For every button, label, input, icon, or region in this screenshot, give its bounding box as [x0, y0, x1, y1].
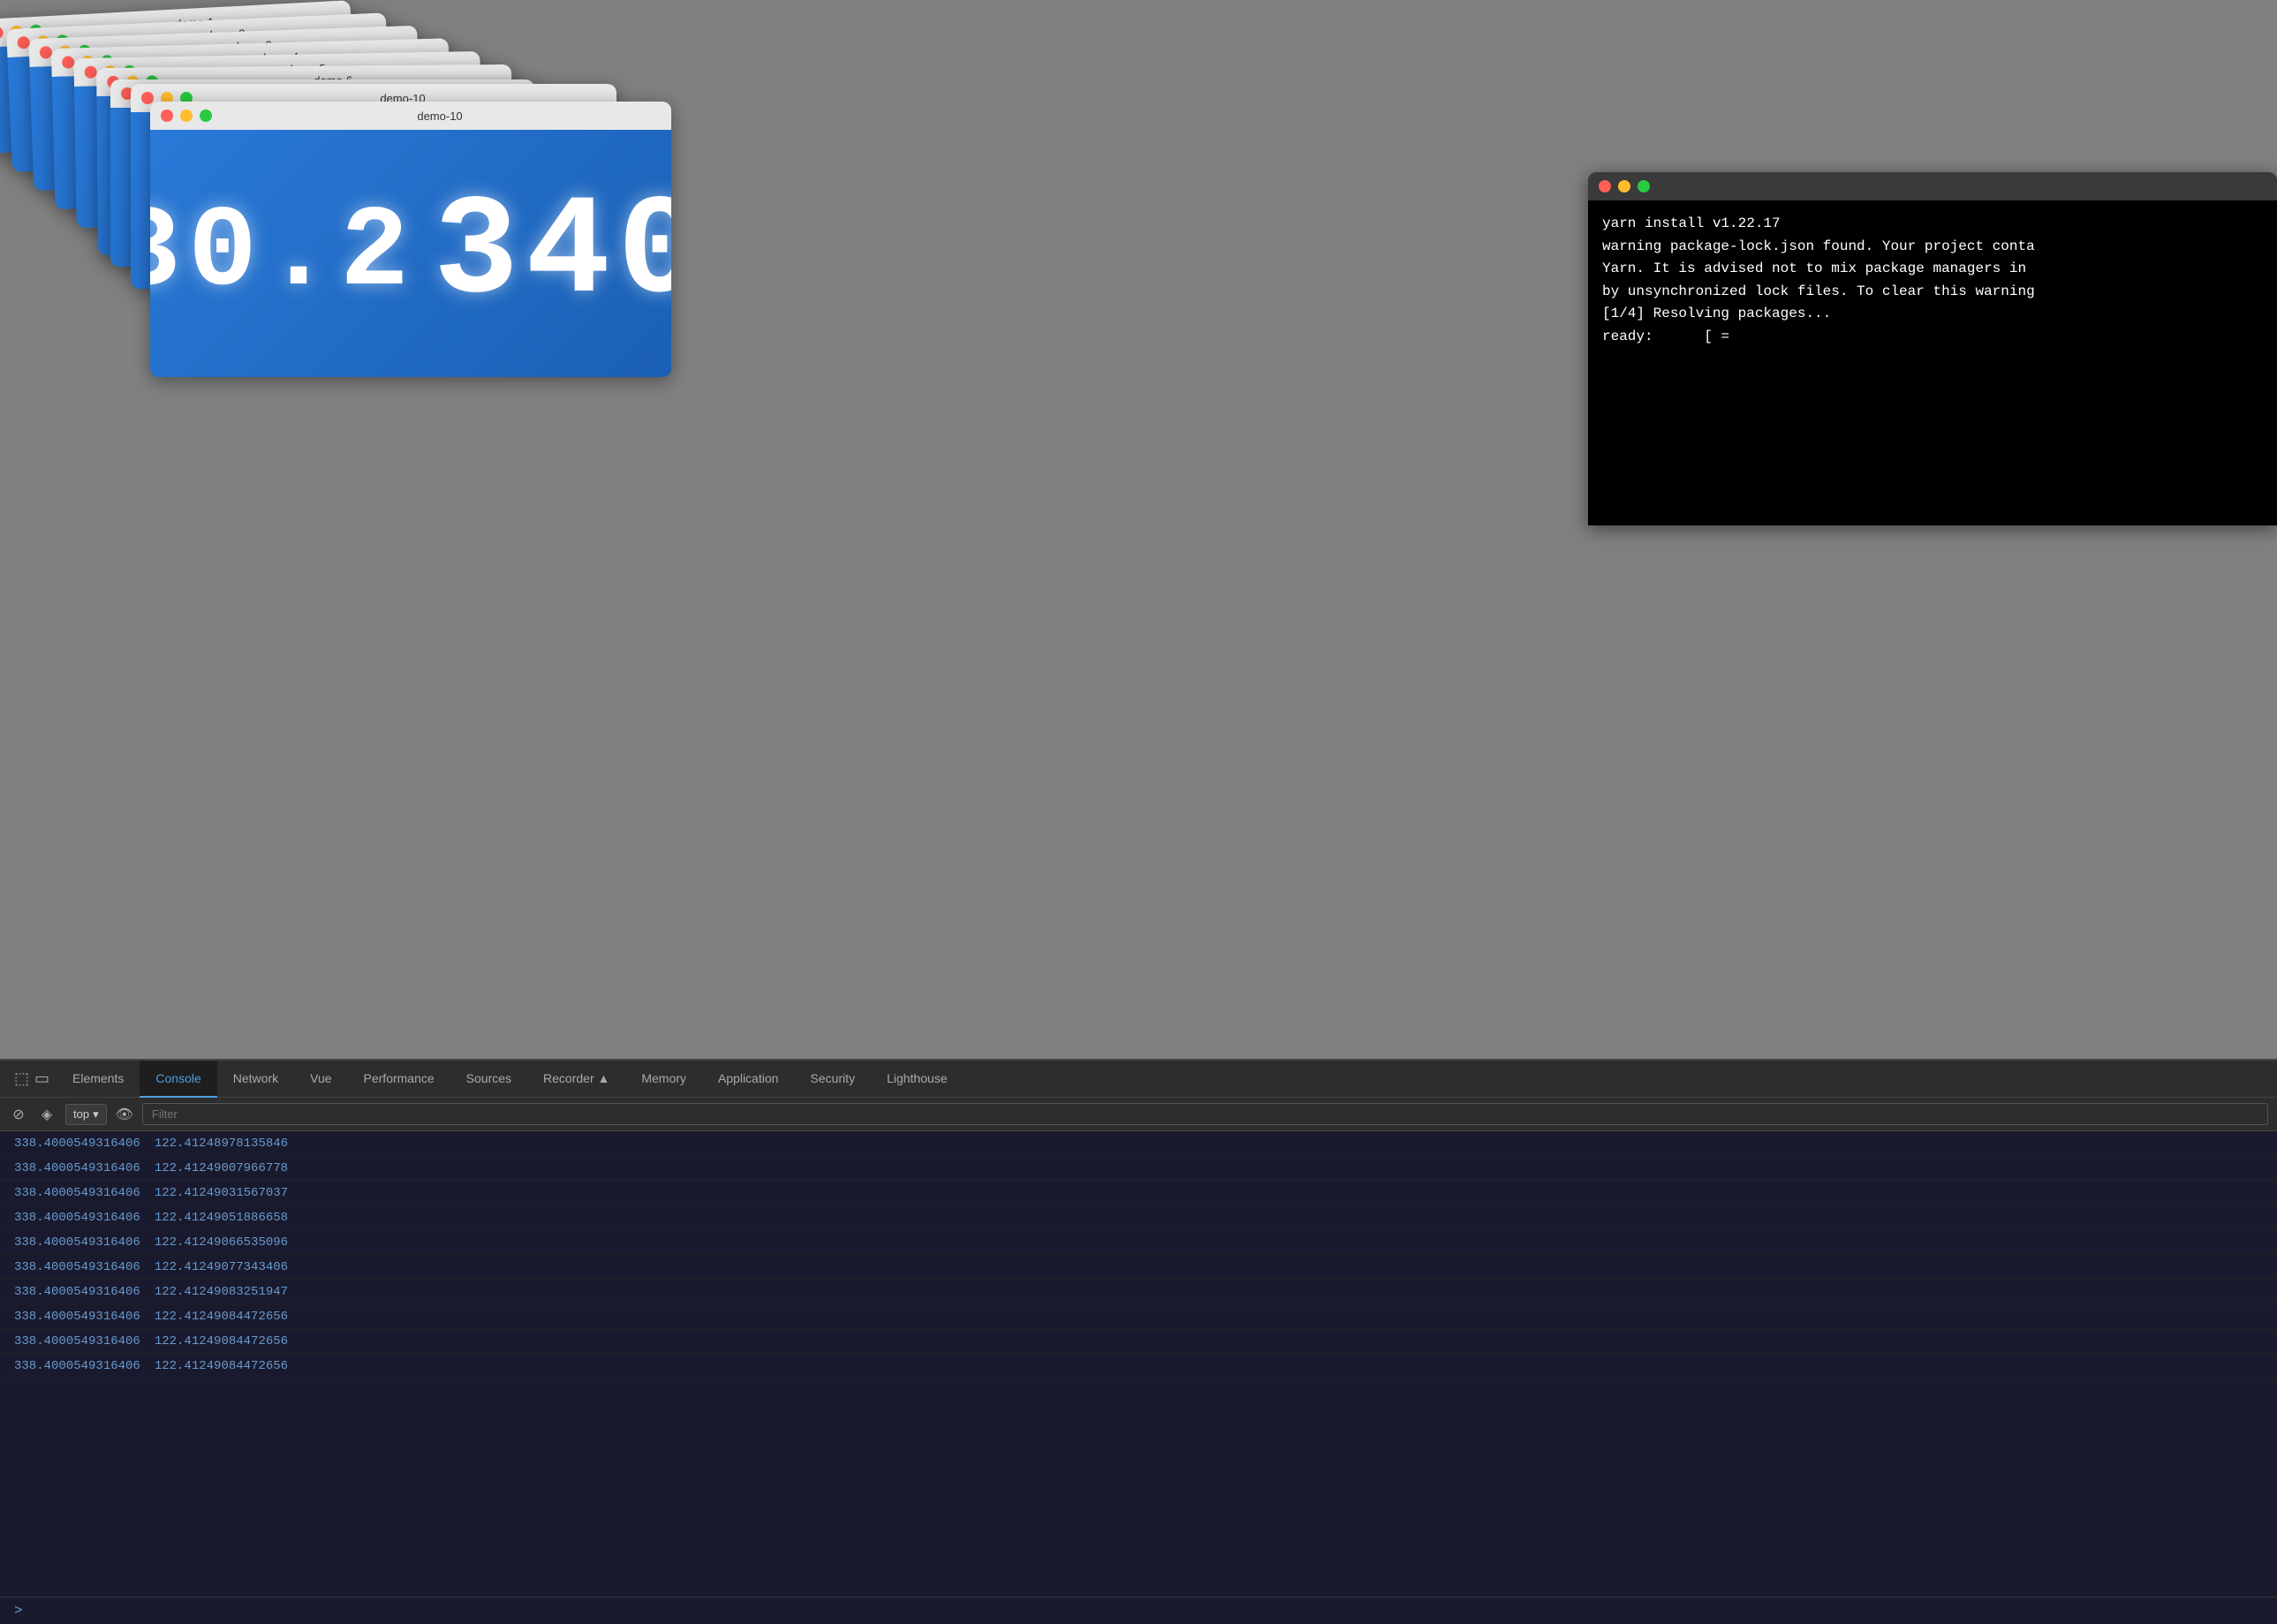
console-col1-3: 338.4000549316406: [14, 1211, 140, 1225]
terminal-line-1: yarn install v1.22.17: [1602, 213, 2263, 236]
console-col1-6: 338.4000549316406: [14, 1285, 140, 1299]
console-col2-0: 122.41248978135846: [155, 1137, 288, 1151]
digit-display-left: 30.2: [150, 189, 416, 319]
terminal-maximize-button[interactable]: [1638, 180, 1650, 193]
devtools-panel: ⬚ ▭ Elements Console Network Vue Perform…: [0, 1059, 2277, 1624]
tab-security[interactable]: Security: [794, 1061, 871, 1098]
minimize-button-front[interactable]: [180, 110, 193, 122]
console-col1-9: 338.4000549316406: [14, 1359, 140, 1373]
terminal-titlebar: [1588, 172, 2277, 200]
console-row-8: 338.4000549316406 122.41249084472656: [0, 1329, 2277, 1354]
console-row-9: 338.4000549316406 122.41249084472656: [0, 1354, 2277, 1379]
close-button-4[interactable]: [62, 56, 74, 68]
console-row-0: 338.4000549316406 122.41248978135846: [0, 1131, 2277, 1156]
close-button-front[interactable]: [161, 110, 173, 122]
tab-elements[interactable]: Elements: [57, 1061, 140, 1098]
console-col2-4: 122.41249066535096: [155, 1235, 288, 1250]
console-col2-7: 122.41249084472656: [155, 1310, 288, 1324]
close-button-5[interactable]: [85, 66, 97, 79]
dropdown-arrow-icon: ▾: [93, 1107, 99, 1122]
console-col2-9: 122.41249084472656: [155, 1359, 288, 1373]
terminal-line-3: Yarn. It is advised not to mix package m…: [1602, 258, 2263, 281]
console-col2-5: 122.41249077343406: [155, 1260, 288, 1274]
eye-icon[interactable]: 👁: [116, 1106, 133, 1123]
device-icon[interactable]: ▭: [34, 1069, 49, 1088]
tab-vue[interactable]: Vue: [294, 1061, 347, 1098]
tab-lighthouse[interactable]: Lighthouse: [871, 1061, 964, 1098]
close-button-8[interactable]: [141, 92, 154, 104]
console-row-5: 338.4000549316406 122.41249077343406: [0, 1255, 2277, 1280]
console-col1-1: 338.4000549316406: [14, 1161, 140, 1175]
console-row-4: 338.4000549316406 122.41249066535096: [0, 1230, 2277, 1255]
console-output: 338.4000549316406 122.41248978135846 338…: [0, 1131, 2277, 1597]
clear-console-icon[interactable]: ⊘: [9, 1105, 28, 1124]
console-col2-6: 122.41249083251947: [155, 1285, 288, 1299]
close-button-1[interactable]: [0, 26, 4, 40]
devtools-tab-bar: ⬚ ▭ Elements Console Network Vue Perform…: [0, 1061, 2277, 1098]
devtools-left-icons: ⬚ ▭: [7, 1069, 57, 1088]
tab-console[interactable]: Console: [140, 1061, 216, 1098]
cursor-icon[interactable]: ⬚: [14, 1069, 29, 1088]
console-col1-7: 338.4000549316406: [14, 1310, 140, 1324]
console-row-1: 338.4000549316406 122.41249007966778: [0, 1156, 2277, 1181]
console-col1-0: 338.4000549316406: [14, 1137, 140, 1151]
console-filter-input[interactable]: [142, 1103, 2268, 1125]
console-row-6: 338.4000549316406 122.41249083251947: [0, 1280, 2277, 1304]
console-col1-5: 338.4000549316406: [14, 1260, 140, 1274]
terminal-line-2: warning package-lock.json found. Your pr…: [1602, 236, 2263, 259]
tab-recorder[interactable]: Recorder ▲: [527, 1061, 625, 1098]
console-row-3: 338.4000549316406 122.41249051886658: [0, 1205, 2277, 1230]
console-input[interactable]: [30, 1604, 2263, 1618]
close-button-3[interactable]: [40, 46, 52, 58]
browser-window-front[interactable]: demo-10 30.2 340: [150, 102, 671, 377]
console-col2-2: 122.41249031567037: [155, 1186, 288, 1200]
devtools-toolbar: ⊘ ◈ top ▾ 👁: [0, 1098, 2277, 1131]
terminal-window: yarn install v1.22.17 warning package-lo…: [1588, 172, 2277, 525]
maximize-button-front[interactable]: [200, 110, 212, 122]
digit-display-right: 340: [434, 174, 671, 334]
console-col1-4: 338.4000549316406: [14, 1235, 140, 1250]
filter-icon[interactable]: ◈: [37, 1105, 57, 1124]
terminal-close-button[interactable]: [1599, 180, 1611, 193]
console-col2-3: 122.41249051886658: [155, 1211, 288, 1225]
terminal-line-5: [1/4] Resolving packages...: [1602, 303, 2263, 326]
tab-network[interactable]: Network: [217, 1061, 294, 1098]
tab-title-front: demo-10: [219, 110, 661, 123]
browser-body-front: 30.2 340: [150, 130, 671, 377]
console-input-row: >: [0, 1597, 2277, 1624]
terminal-minimize-button[interactable]: [1618, 180, 1630, 193]
console-col1-8: 338.4000549316406: [14, 1334, 140, 1348]
context-label: top: [73, 1107, 89, 1121]
terminal-body: yarn install v1.22.17 warning package-lo…: [1588, 200, 2277, 525]
context-selector[interactable]: top ▾: [65, 1104, 107, 1125]
console-row-7: 338.4000549316406 122.41249084472656: [0, 1304, 2277, 1329]
tab-application[interactable]: Application: [702, 1061, 795, 1098]
console-prompt: >: [14, 1603, 23, 1619]
terminal-line-6: ready: [ =: [1602, 326, 2263, 349]
tab-performance[interactable]: Performance: [348, 1061, 450, 1098]
titlebar-front: demo-10: [150, 102, 671, 130]
terminal-line-4: by unsynchronized lock files. To clear t…: [1602, 281, 2263, 304]
console-row-2: 338.4000549316406 122.41249031567037: [0, 1181, 2277, 1205]
browser-window-stack: demo-1 demo-2 demo-3 demo-4: [0, 0, 689, 371]
console-col1-2: 338.4000549316406: [14, 1186, 140, 1200]
console-col2-8: 122.41249084472656: [155, 1334, 288, 1348]
tab-sources[interactable]: Sources: [450, 1061, 527, 1098]
console-col2-1: 122.41249007966778: [155, 1161, 288, 1175]
tab-memory[interactable]: Memory: [625, 1061, 702, 1098]
